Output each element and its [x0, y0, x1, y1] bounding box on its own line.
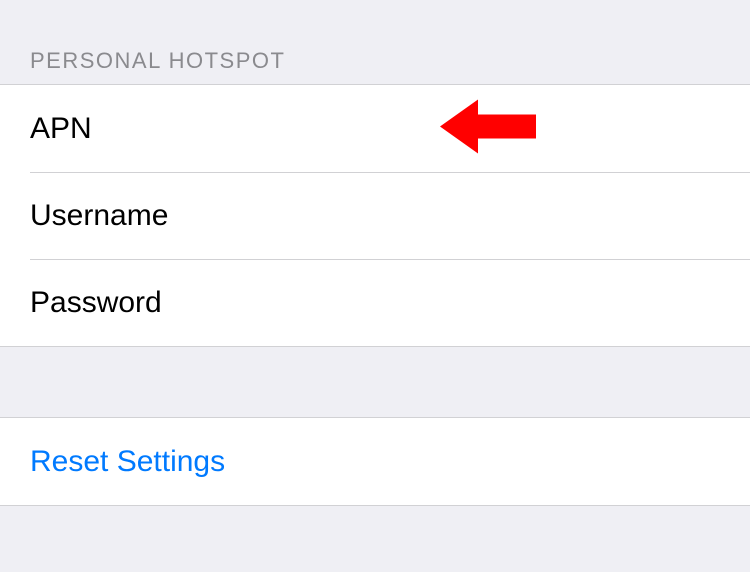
password-row[interactable]: Password — [0, 259, 750, 346]
username-label: Username — [30, 199, 168, 233]
username-input[interactable] — [188, 199, 720, 233]
reset-settings-label: Reset Settings — [30, 445, 225, 479]
spacer — [0, 347, 750, 417]
username-row[interactable]: Username — [0, 172, 750, 259]
apn-input[interactable] — [112, 112, 720, 146]
password-input[interactable] — [182, 286, 720, 320]
apn-row[interactable]: APN — [0, 85, 750, 172]
reset-group: Reset Settings — [0, 417, 750, 506]
section-header-personal-hotspot: PERSONAL HOTSPOT — [0, 0, 750, 84]
personal-hotspot-group: APN Username Password — [0, 84, 750, 347]
apn-label: APN — [30, 112, 92, 146]
reset-settings-button[interactable]: Reset Settings — [0, 418, 750, 505]
password-label: Password — [30, 286, 162, 320]
